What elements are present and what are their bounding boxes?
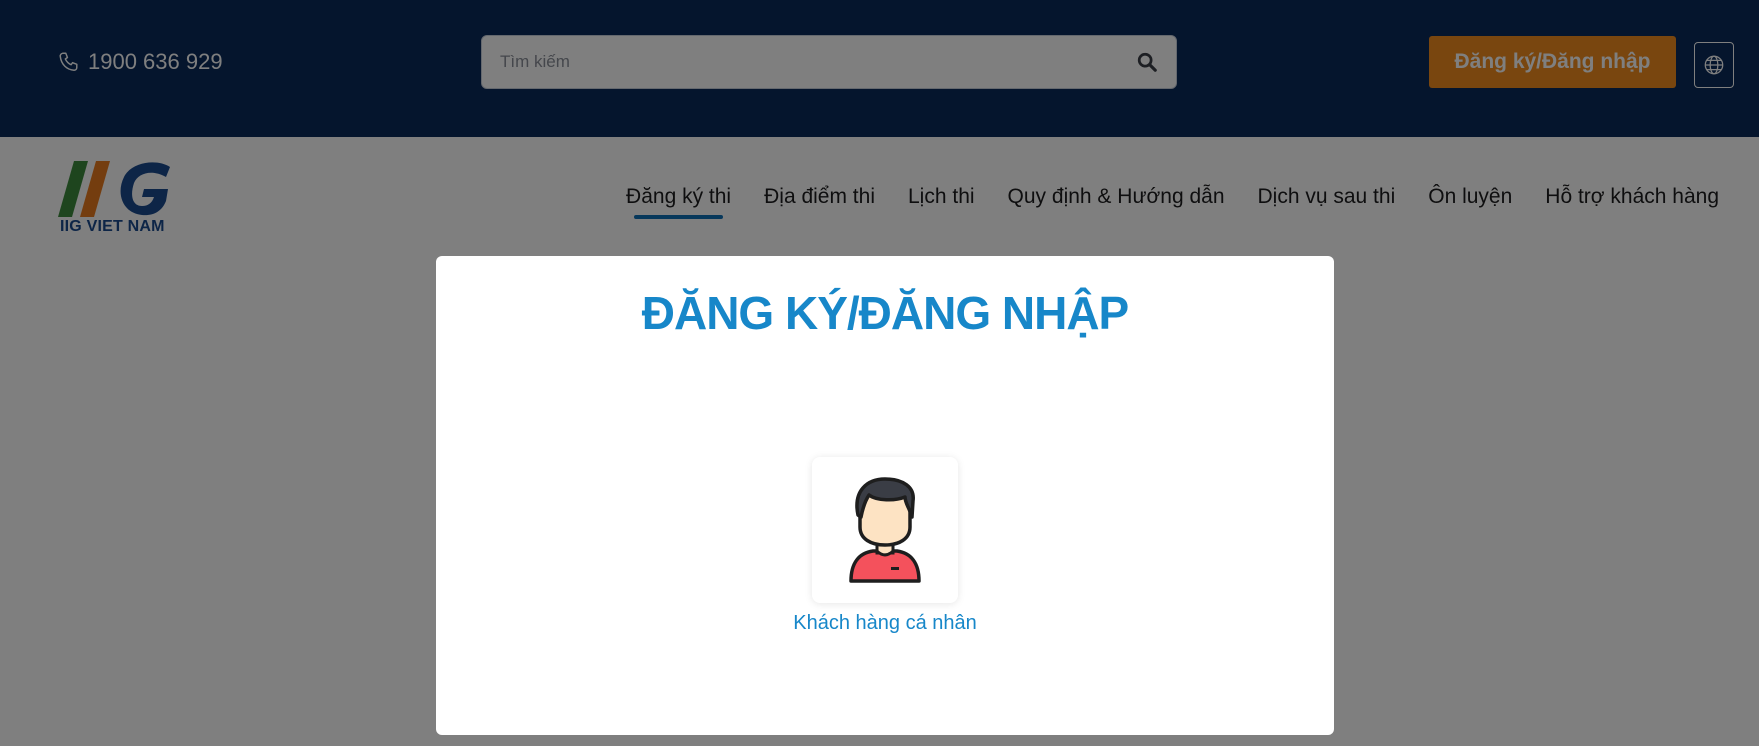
- page: 1900 636 929 Đăng ký/Đăng nhập: [0, 0, 1759, 746]
- individual-customer-label[interactable]: Khách hàng cá nhân: [436, 612, 1334, 635]
- person-avatar-icon: [849, 477, 921, 583]
- register-login-modal: ĐĂNG KÝ/ĐĂNG NHẬP Khách hàng cá nhân: [436, 256, 1334, 735]
- modal-title: ĐĂNG KÝ/ĐĂNG NHẬP: [641, 287, 1129, 339]
- individual-customer-card[interactable]: [812, 457, 958, 603]
